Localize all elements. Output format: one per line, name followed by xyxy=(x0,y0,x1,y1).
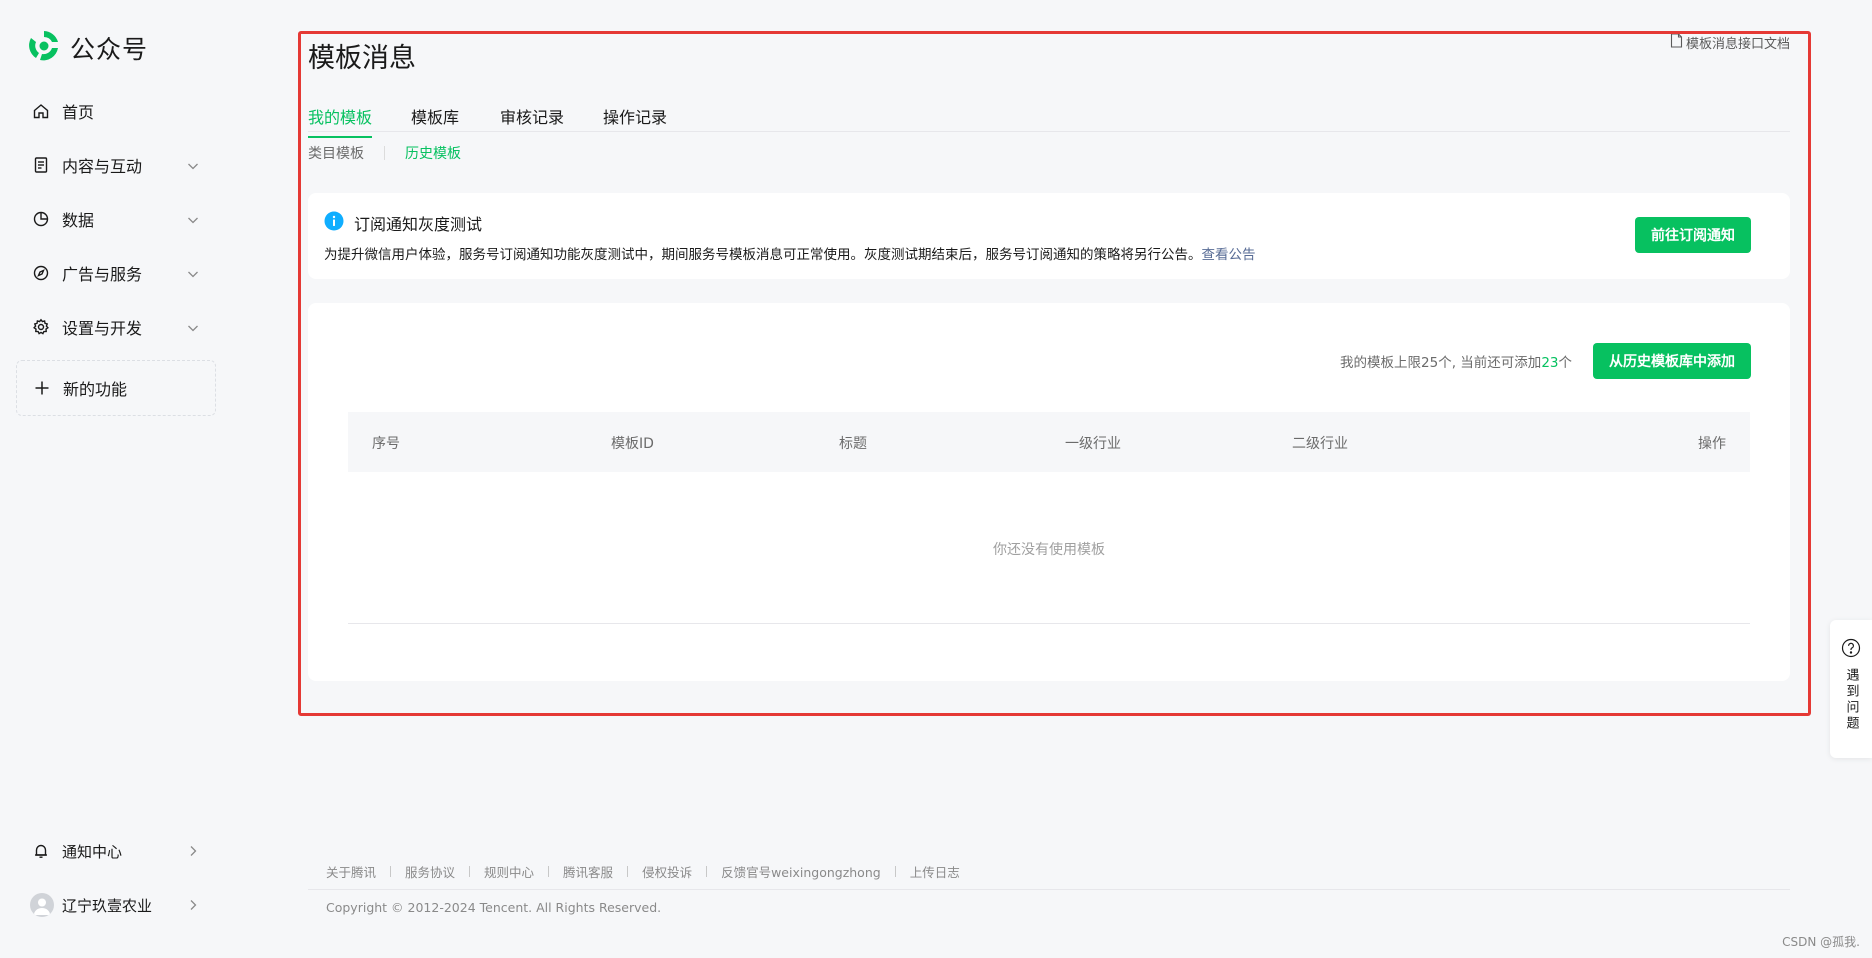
footer-separator xyxy=(390,866,392,877)
sidebar-item-label: 首页 xyxy=(62,103,95,122)
sidebar-item-settings-development[interactable]: 设置与开发 xyxy=(16,303,216,351)
footer-divider xyxy=(308,889,1790,890)
sidebar-item-label: 数据 xyxy=(62,211,95,230)
footer-link-rules-center[interactable]: 规则中心 xyxy=(484,862,534,881)
sidebar-item-home[interactable]: 首页 xyxy=(16,87,216,135)
copyright: Copyright © 2012-2024 Tencent. All Right… xyxy=(326,900,662,915)
bell-icon xyxy=(32,842,50,860)
footer-link-feedback-account[interactable]: 反馈官号weixingongzhong xyxy=(721,862,881,881)
sidebar-item-label: 设置与开发 xyxy=(62,319,143,338)
plus-icon xyxy=(33,379,51,397)
footer-separator xyxy=(469,866,471,877)
home-icon xyxy=(32,102,50,120)
logo-text: 公众号 xyxy=(70,35,149,64)
footer-separator xyxy=(706,866,708,877)
footer-link-about[interactable]: 关于腾讯 xyxy=(326,862,376,881)
sidebar-item-label: 内容与互动 xyxy=(62,157,143,176)
avatar xyxy=(30,893,54,917)
document-icon xyxy=(32,156,50,174)
chevron-down-icon xyxy=(186,158,200,172)
footer-separator xyxy=(548,866,550,877)
footer-link-infringement[interactable]: 侵权投诉 xyxy=(642,862,692,881)
chevron-down-icon xyxy=(186,320,200,334)
chevron-right-icon xyxy=(186,844,200,858)
chevron-down-icon xyxy=(186,212,200,226)
help-float-button[interactable]: 遇到问题 xyxy=(1830,620,1872,758)
question-icon xyxy=(1841,638,1861,662)
footer-link-service-agreement[interactable]: 服务协议 xyxy=(405,862,455,881)
help-label: 遇到问题 xyxy=(1843,668,1859,732)
footer-link-customer-service[interactable]: 腾讯客服 xyxy=(563,862,613,881)
pie-chart-icon xyxy=(32,210,50,228)
logo[interactable]: 公众号 xyxy=(26,28,148,68)
wechat-official-account-logo-icon xyxy=(26,28,62,68)
footer-link-upload-log[interactable]: 上传日志 xyxy=(910,862,960,881)
sidebar-item-content-interaction[interactable]: 内容与互动 xyxy=(16,141,216,189)
sidebar-item-label: 通知中心 xyxy=(62,842,123,861)
footer-separator xyxy=(894,866,896,877)
gear-icon xyxy=(32,318,50,336)
watermark: CSDN @孤我. xyxy=(1782,935,1860,949)
highlight-frame xyxy=(298,31,1811,716)
chevron-right-icon xyxy=(186,898,200,912)
new-feature-label: 新的功能 xyxy=(63,380,128,399)
footer-links: 关于腾讯 服务协议 规则中心 腾讯客服 侵权投诉 反馈官号weixingongz… xyxy=(326,862,960,881)
compass-icon xyxy=(32,264,50,282)
chevron-down-icon xyxy=(186,266,200,280)
sidebar-item-data[interactable]: 数据 xyxy=(16,195,216,243)
sidebar: 公众号 首页 内容与互动 数据 广告与服务 设置与开发 新的功能 通知中心 辽宁… xyxy=(0,0,232,958)
sidebar-item-ads-services[interactable]: 广告与服务 xyxy=(16,249,216,297)
sidebar-item-notification-center[interactable]: 通知中心 xyxy=(16,827,216,875)
account-name: 辽宁玖壹农业 xyxy=(62,896,153,915)
sidebar-item-label: 广告与服务 xyxy=(62,265,143,284)
footer-separator xyxy=(627,866,629,877)
sidebar-item-account[interactable]: 辽宁玖壹农业 xyxy=(16,881,216,929)
new-feature-button[interactable]: 新的功能 xyxy=(16,360,216,416)
